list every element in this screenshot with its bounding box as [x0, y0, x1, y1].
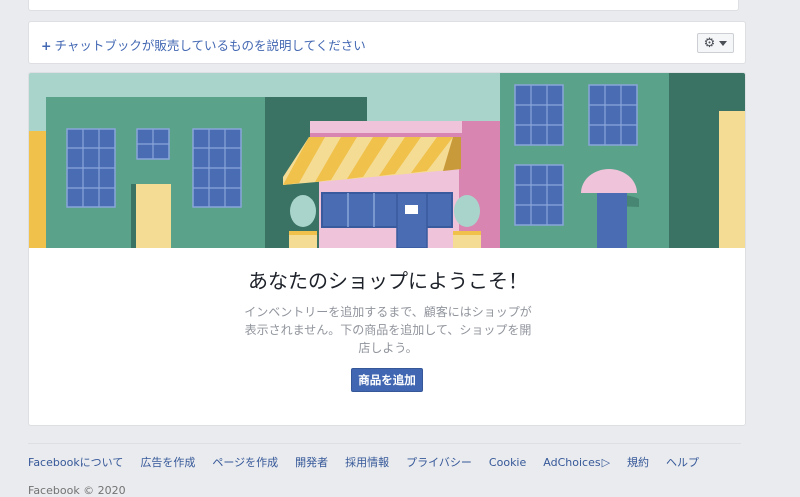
footer-link-privacy[interactable]: プライバシー	[406, 454, 472, 470]
footer-link-create-page[interactable]: ページを作成	[212, 454, 278, 470]
adchoices-label: AdChoices	[543, 455, 601, 469]
footer-link-developers[interactable]: 開発者	[295, 454, 328, 470]
gear-icon: ⚙	[703, 35, 716, 51]
settings-dropdown-button[interactable]: ⚙	[697, 33, 734, 53]
copyright: Facebook © 2020	[28, 484, 126, 497]
footer-divider	[28, 443, 741, 444]
footer-link-create-ad[interactable]: 広告を作成	[140, 454, 195, 470]
add-product-button[interactable]: 商品を追加	[351, 368, 423, 392]
welcome-description: インベントリーを追加するまで、顧客にはショップが表示されません。下の商品を追加し…	[244, 305, 532, 355]
footer-link-terms[interactable]: 規約	[627, 454, 649, 470]
describe-shop-link[interactable]: + チャットブックが販売しているものを説明してください	[41, 35, 366, 54]
chevron-down-icon	[719, 40, 728, 46]
footer-link-about[interactable]: Facebookについて	[28, 454, 123, 470]
footer-link-careers[interactable]: 採用情報	[345, 454, 389, 470]
previous-card	[28, 0, 739, 11]
footer-link-adchoices[interactable]: AdChoices ▷	[543, 454, 610, 470]
footer-link-help[interactable]: ヘルプ	[666, 454, 699, 470]
shop-welcome-card: あなたのショップにようこそ！ インベントリーを追加するまで、顧客にはショップが表…	[28, 72, 746, 426]
adchoices-icon: ▷	[601, 455, 611, 469]
describe-shop-label: チャットブックが販売しているものを説明してください	[54, 38, 366, 53]
storefront-illustration	[29, 73, 745, 248]
footer-link-cookie[interactable]: Cookie	[489, 454, 526, 470]
shop-description-card: + チャットブックが販売しているものを説明してください ⚙	[28, 21, 746, 64]
plus-icon: +	[41, 38, 52, 53]
welcome-title: あなたのショップにようこそ！	[248, 269, 528, 293]
footer-links: Facebookについて 広告を作成 ページを作成 開発者 採用情報 プライバシ…	[28, 454, 716, 470]
